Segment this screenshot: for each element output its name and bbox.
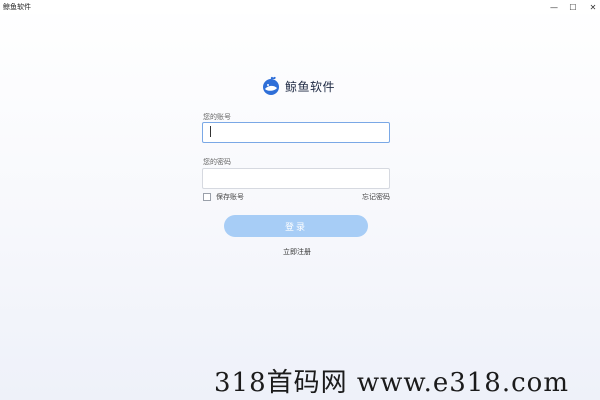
login-button-label: 登录	[284, 222, 307, 233]
text-caret	[210, 126, 211, 137]
close-button[interactable]: ✕	[582, 0, 600, 14]
login-button[interactable]: 登录	[224, 215, 368, 237]
password-input[interactable]	[202, 168, 390, 189]
app-window: 鲸鱼软件 — ☐ ✕ 鲸鱼软件 您的账号 您的密码 保存账号 忘记密码 登录 立…	[0, 0, 600, 400]
register-link[interactable]: 立即注册	[283, 247, 311, 257]
maximize-button[interactable]: ☐	[562, 0, 584, 14]
watermark-text: 318首码网 www.e318.com	[214, 368, 569, 398]
whale-logo-icon	[263, 76, 279, 95]
remember-label: 保存账号	[216, 193, 244, 201]
remember-checkbox[interactable]	[203, 193, 211, 201]
password-label: 您的密码	[203, 158, 231, 166]
minimize-icon: —	[550, 2, 558, 12]
brand-logo: 鲸鱼软件	[261, 76, 335, 96]
title-bar: 鲸鱼软件 — ☐ ✕	[0, 0, 600, 14]
account-label: 您的账号	[203, 113, 231, 121]
brand-name: 鲸鱼软件	[285, 79, 336, 94]
close-icon: ✕	[589, 2, 597, 12]
window-title: 鲸鱼软件	[3, 3, 31, 11]
forgot-password-link[interactable]: 忘记密码	[362, 192, 390, 202]
account-input[interactable]	[202, 122, 390, 143]
remember-account-toggle[interactable]: 保存账号	[203, 192, 244, 202]
maximize-icon: ☐	[569, 2, 577, 12]
